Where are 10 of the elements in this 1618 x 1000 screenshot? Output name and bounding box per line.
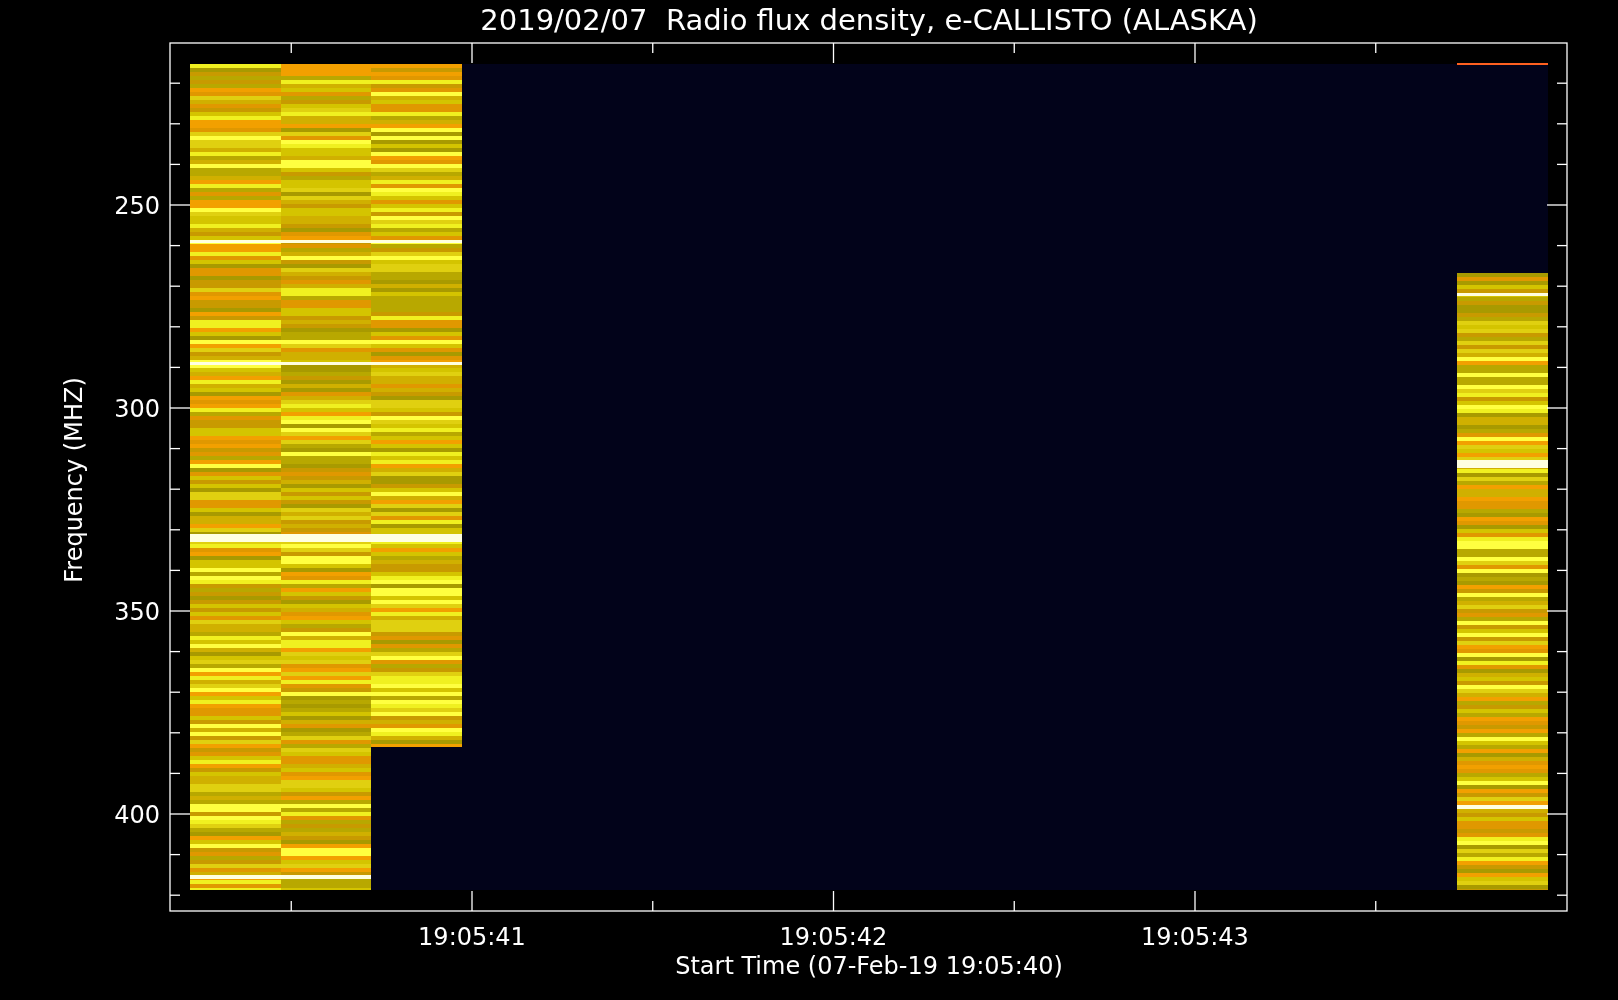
axis-title: Start Time (07-Feb-19 19:05:40) (675, 952, 1063, 980)
tick-label: 19:05:41 (418, 923, 526, 951)
tick-label: 400 (114, 801, 160, 829)
tick-label: 19:05:42 (779, 923, 888, 951)
tick-label: 350 (114, 598, 160, 626)
chart-title: 2019/02/07 Radio flux density, e-CALLISTO (ALASKA) (480, 3, 1258, 37)
tick-label: 19:05:43 (1141, 923, 1249, 951)
tick-label: 300 (114, 395, 160, 423)
tick-label: 250 (114, 192, 160, 220)
axis-title: Frequency (MHZ) (60, 377, 88, 583)
